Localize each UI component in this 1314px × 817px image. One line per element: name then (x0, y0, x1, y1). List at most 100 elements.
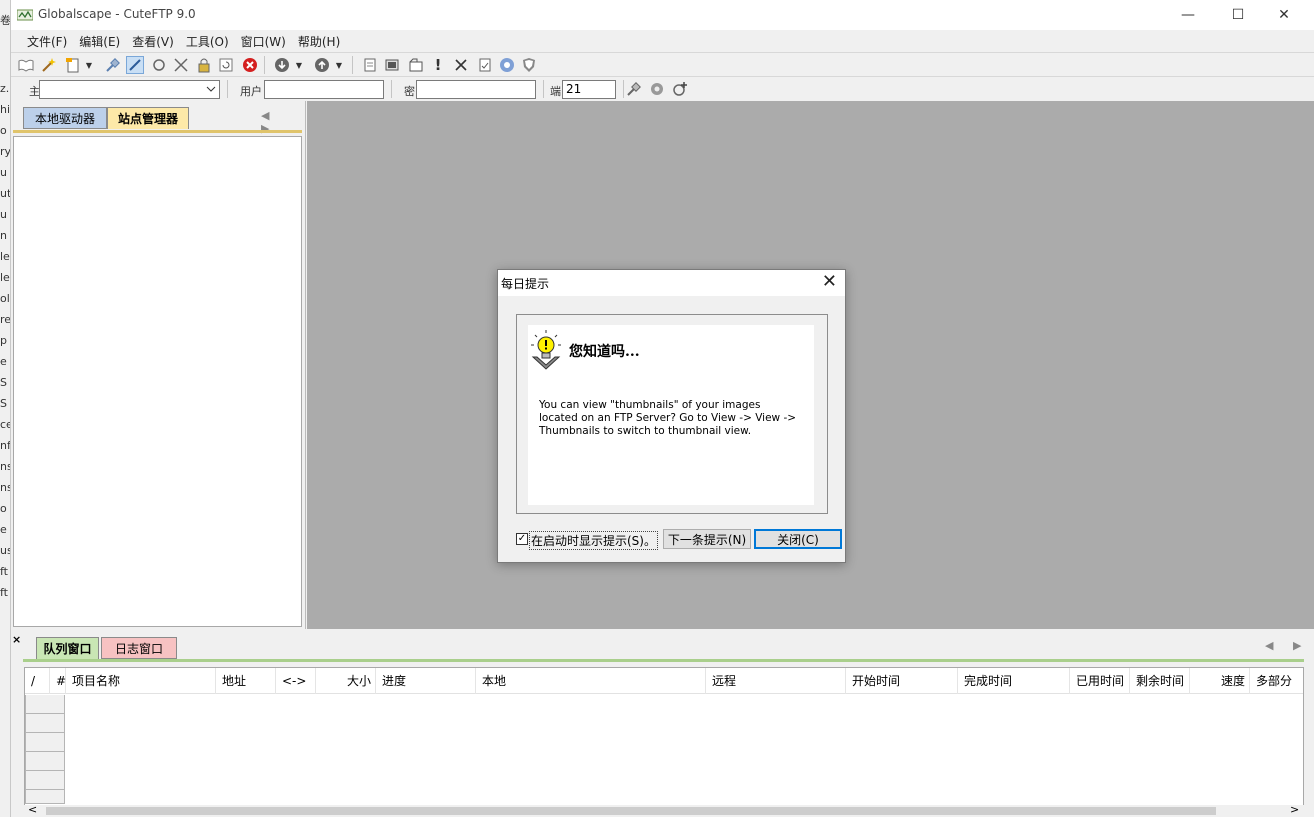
host-combobox[interactable] (39, 80, 220, 99)
tab-local-drives[interactable]: 本地驱动器 (23, 107, 107, 129)
menu-view[interactable]: 查看(V) (128, 33, 182, 50)
menu-tools[interactable]: 工具(O) (182, 33, 237, 50)
background-window-text: u (0, 208, 7, 221)
close-dialog-button[interactable]: 关闭(C) (754, 529, 842, 549)
menu-window[interactable]: 窗口(W) (237, 33, 294, 50)
show-tips-checkbox[interactable]: ✓ (516, 533, 528, 545)
user-label: 用户 (240, 85, 262, 98)
background-window-text: o (0, 502, 7, 515)
connect-plug-icon[interactable] (625, 80, 643, 98)
toolbar-separator (352, 56, 353, 74)
delete-icon[interactable] (452, 56, 470, 74)
globe-settings-icon[interactable] (498, 56, 516, 74)
background-window-text: u (0, 166, 7, 179)
user-input[interactable] (264, 80, 384, 99)
connect-wizard-icon[interactable] (40, 56, 58, 74)
background-window-text: ce (0, 418, 10, 431)
background-window-text: n (0, 229, 7, 242)
reconnect-icon[interactable] (150, 56, 168, 74)
close-window-button[interactable]: ✕ (1261, 0, 1307, 30)
site-manager-panel: 本地驱动器 站点管理器 ◀ ▶ (11, 101, 306, 629)
dropdown-arrow-icon[interactable]: ▼ (334, 56, 344, 74)
background-window-text: ut (0, 187, 10, 200)
background-window-text: re (0, 313, 10, 326)
open-book-icon[interactable] (17, 56, 35, 74)
row-header (25, 790, 65, 804)
col-start-time[interactable]: 开始时间 (846, 668, 958, 694)
toolbar-separator (391, 80, 392, 98)
col-remaining[interactable]: 剩余时间 (1130, 668, 1190, 694)
toolbar-separator (543, 80, 544, 98)
background-window-text: ry (0, 145, 10, 158)
col-remote[interactable]: 远程 (706, 668, 846, 694)
dropdown-arrow-icon[interactable]: ▼ (294, 56, 304, 74)
folder-icon[interactable] (407, 56, 425, 74)
minimize-button[interactable]: — (1165, 0, 1211, 30)
col-item-name[interactable]: 项目名称 (66, 668, 216, 694)
background-window-text: S (0, 376, 7, 389)
quick-connect-icon[interactable] (126, 56, 144, 74)
background-window-text: z. (0, 82, 10, 95)
col-local[interactable]: 本地 (476, 668, 706, 694)
refresh-icon[interactable] (217, 56, 235, 74)
menu-help[interactable]: 帮助(H) (294, 33, 348, 50)
next-tip-button[interactable]: 下一条提示(N) (663, 529, 751, 549)
site-tree-view[interactable] (13, 136, 302, 627)
add-site-icon[interactable] (671, 80, 689, 98)
new-site-icon[interactable] (64, 56, 82, 74)
col-sort[interactable]: / (25, 668, 50, 694)
col-speed[interactable]: 速度 (1190, 668, 1250, 694)
tab-site-manager[interactable]: 站点管理器 (107, 107, 189, 129)
port-input[interactable]: 21 (562, 80, 616, 99)
close-panel-button[interactable]: × (12, 633, 21, 646)
lock-icon[interactable] (195, 56, 213, 74)
show-tips-checkbox-label[interactable]: 在启动时显示提示(S)。 (529, 531, 658, 550)
toolbar-separator (623, 80, 624, 98)
stop-icon[interactable] (241, 56, 259, 74)
col-multipart[interactable]: 多部分 (1250, 668, 1303, 694)
scroll-left-arrow[interactable]: < (28, 803, 37, 816)
password-label: 密 (404, 85, 415, 98)
background-window-text: us (0, 544, 10, 557)
settings-gear-icon[interactable] (648, 80, 666, 98)
tab-queue-window[interactable]: 队列窗口 (36, 637, 99, 659)
edit-document-icon[interactable] (361, 56, 379, 74)
col-size[interactable]: 大小 (316, 668, 376, 694)
cuteftp-app-icon (17, 9, 33, 21)
connect-plug-icon[interactable] (104, 56, 122, 74)
exclamation-icon[interactable]: ! (429, 56, 447, 74)
password-input[interactable] (416, 80, 536, 99)
panel-tab-scroll-arrows[interactable]: ◀ ▶ (1265, 639, 1309, 652)
tip-heading: 您知道吗... (569, 344, 640, 360)
upload-icon[interactable] (313, 56, 331, 74)
menu-edit[interactable]: 编辑(E) (75, 33, 128, 50)
view-image-icon[interactable] (383, 56, 401, 74)
col-finish-time[interactable]: 完成时间 (958, 668, 1070, 694)
dropdown-arrow-icon[interactable]: ▼ (84, 56, 94, 74)
row-header (25, 714, 65, 733)
maximize-button[interactable]: ☐ (1215, 0, 1261, 30)
shield-icon[interactable] (520, 56, 538, 74)
download-icon[interactable] (273, 56, 291, 74)
col-elapsed[interactable]: 已用时间 (1070, 668, 1130, 694)
background-window-text: le (0, 271, 10, 284)
col-direction[interactable]: <-> (276, 668, 316, 694)
background-window-text: e (0, 523, 7, 536)
tip-text: You can view "thumbnails" of your images… (539, 399, 797, 437)
scrollbar-thumb[interactable] (46, 807, 1216, 815)
dialog-close-icon[interactable]: ✕ (822, 273, 837, 291)
col-number[interactable]: # (50, 668, 66, 694)
col-progress[interactable]: 进度 (376, 668, 476, 694)
menu-file[interactable]: 文件(F) (23, 33, 75, 50)
background-window-text: hi (0, 103, 10, 116)
properties-icon[interactable] (476, 56, 494, 74)
background-window-text: 卷 (0, 14, 10, 27)
scroll-right-arrow[interactable]: > (1290, 803, 1299, 816)
col-address[interactable]: 地址 (216, 668, 276, 694)
horizontal-scrollbar[interactable]: < > (24, 803, 1304, 817)
background-window-text: e (0, 355, 7, 368)
disconnect-icon[interactable] (172, 56, 190, 74)
tab-log-window[interactable]: 日志窗口 (101, 637, 177, 659)
queue-table: / # 项目名称 地址 <-> 大小 进度 本地 远程 开始时间 完成时间 已用… (24, 667, 1304, 817)
background-window-text: ft (0, 565, 8, 578)
